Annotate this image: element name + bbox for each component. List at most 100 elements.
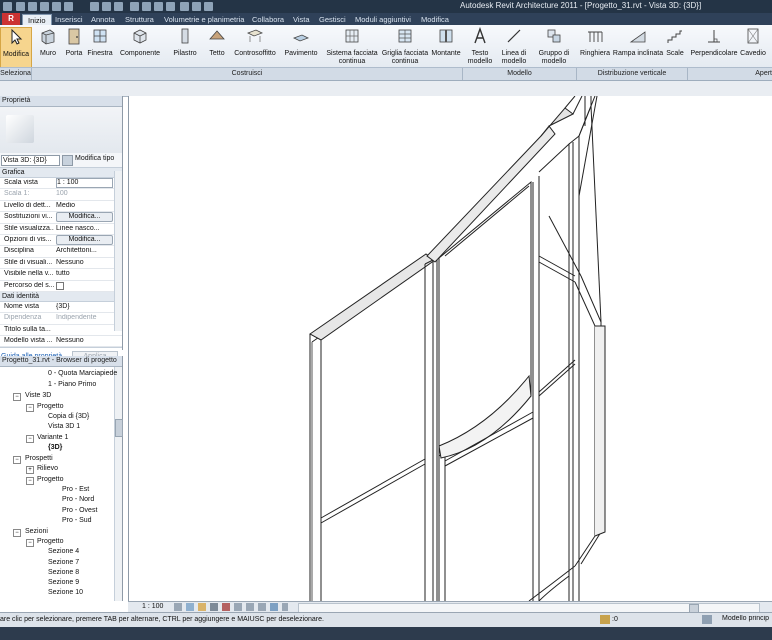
tree-expand-toggle[interactable]: + <box>26 466 34 474</box>
porta-button[interactable]: Porta <box>63 27 85 58</box>
componente-button[interactable]: Componente <box>118 27 162 58</box>
detail-level-icon[interactable] <box>174 603 182 611</box>
worksets-icon[interactable] <box>600 615 610 624</box>
tree-node[interactable]: Progetto <box>37 475 63 485</box>
tree-collapse-toggle[interactable]: − <box>26 477 34 485</box>
undo-icon[interactable] <box>40 2 49 11</box>
thin-lines-icon[interactable] <box>166 2 175 11</box>
prop-value[interactable]: Architettoni... <box>56 247 111 254</box>
properties-scrollbar[interactable] <box>114 171 122 331</box>
crop-view-icon[interactable] <box>234 603 242 611</box>
tab-vista[interactable]: Vista <box>288 14 315 25</box>
tab-annota[interactable]: Annota <box>86 14 120 25</box>
tab-modifica[interactable]: Modifica <box>416 14 454 25</box>
prop-value[interactable]: Nessuno <box>56 337 111 344</box>
tree-collapse-toggle[interactable]: − <box>13 456 21 464</box>
tree-node[interactable]: Rilievo <box>37 464 58 474</box>
tree-node[interactable]: Pro - Sud <box>62 516 92 526</box>
redo-icon[interactable] <box>52 2 61 11</box>
save-icon[interactable] <box>28 2 37 11</box>
tree-collapse-toggle[interactable]: − <box>13 393 21 401</box>
active-model-selector[interactable]: Modello princip <box>722 615 772 622</box>
tetto-button[interactable]: Tetto <box>204 27 230 58</box>
browser-scrollbar[interactable] <box>114 367 123 601</box>
curtain-wall-model[interactable] <box>129 95 772 602</box>
tree-collapse-toggle[interactable]: − <box>13 529 21 537</box>
3d-view-icon[interactable] <box>142 2 151 11</box>
tree-node-current-view[interactable]: {3D} <box>48 443 62 453</box>
switch-windows-icon[interactable] <box>192 2 201 11</box>
tab-struttura[interactable]: Struttura <box>120 14 159 25</box>
visual-style-icon[interactable] <box>186 603 194 611</box>
application-button[interactable]: R <box>2 13 20 25</box>
render-icon[interactable] <box>222 603 230 611</box>
view-scale[interactable]: 1 : 100 <box>142 603 163 610</box>
prop-value[interactable]: Nessuno <box>56 259 111 266</box>
tree-node[interactable]: Sezione 8 <box>48 568 79 578</box>
tree-node[interactable]: Pro - Nord <box>62 495 94 505</box>
tab-volumetrie[interactable]: Volumetrie e planimetria <box>159 14 249 25</box>
tree-node[interactable]: Copia di {3D} <box>48 412 89 422</box>
prop-value[interactable]: tutto <box>56 270 111 277</box>
tree-node[interactable]: Pro - Est <box>62 485 89 495</box>
tree-node[interactable]: Viste 3D <box>25 391 51 401</box>
tree-node[interactable]: 1 - Piano Primo <box>48 380 96 390</box>
griglia-facciata-button[interactable]: Griglia facciata continua <box>380 27 430 66</box>
tree-node[interactable]: Variante 1 <box>37 433 68 443</box>
ringhiera-button[interactable]: Ringhiera <box>578 27 612 58</box>
tree-node[interactable]: Prospetti <box>25 454 53 464</box>
browser-scroll-thumb[interactable] <box>115 419 123 437</box>
tree-node[interactable]: Progetto <box>37 402 63 412</box>
tree-collapse-toggle[interactable]: − <box>26 404 34 412</box>
group-modello[interactable]: Modello <box>463 68 577 80</box>
pilastro-button[interactable]: Pilastro <box>170 27 200 58</box>
tab-inserisci[interactable]: Inserisci <box>50 14 88 25</box>
group-seleziona[interactable]: Seleziona <box>0 68 32 80</box>
scale-button[interactable]: Scale <box>664 27 686 58</box>
edit-type-button[interactable]: Modifica tipo <box>75 155 114 162</box>
show-crop-icon[interactable] <box>246 603 254 611</box>
tab-collabora[interactable]: Collabora <box>247 14 289 25</box>
tree-node[interactable]: Sezione 9 <box>48 578 79 588</box>
type-selector-dropdown[interactable]: Vista 3D: {3D} <box>1 155 60 166</box>
dimension-icon[interactable] <box>102 2 111 11</box>
perpendicolare-button[interactable]: Perpendicolare <box>690 27 738 58</box>
close-hidden-icon[interactable] <box>180 2 189 11</box>
category-dati-identita[interactable]: Dati identità <box>0 291 122 302</box>
group-apertura[interactable]: Apert <box>688 68 772 80</box>
tab-gestisci[interactable]: Gestisci <box>314 14 351 25</box>
prop-value[interactable]: {3D} <box>56 303 111 310</box>
pavimento-button[interactable]: Pavimento <box>282 27 320 58</box>
tag-icon[interactable] <box>114 2 123 11</box>
sistema-facciata-button[interactable]: Sistema facciata continua <box>324 27 380 66</box>
filter-icon[interactable] <box>702 615 712 624</box>
lock-view-icon[interactable] <box>258 603 266 611</box>
prop-value-scale-field[interactable]: 1 : 100 <box>56 178 113 188</box>
gruppo-modello-button[interactable]: Gruppo di modello <box>534 27 574 66</box>
tab-moduli-aggiuntivi[interactable]: Moduli aggiuntivi <box>350 14 416 25</box>
group-costruisci[interactable]: Costruisci <box>32 68 463 80</box>
3d-view-canvas[interactable] <box>128 95 772 602</box>
open-icon[interactable] <box>16 2 25 11</box>
temporary-hide-icon[interactable] <box>270 603 278 611</box>
linea-modello-button[interactable]: Linea di modello <box>498 27 530 66</box>
quick-access-dropdown-icon[interactable] <box>204 2 213 11</box>
tree-node[interactable]: Vista 3D 1 <box>48 422 80 432</box>
modifica-button[interactable]: Modifica <box>0 27 32 69</box>
prop-edit-button[interactable]: Modifica... <box>56 212 113 223</box>
tree-node[interactable]: Sezioni <box>25 527 48 537</box>
controsoffitto-button[interactable]: Controsoffitto <box>232 27 278 58</box>
tree-node[interactable]: Pro - Ovest <box>62 506 97 516</box>
reveal-hidden-icon[interactable] <box>282 603 288 611</box>
section-icon[interactable] <box>154 2 163 11</box>
tree-node[interactable]: Progetto <box>37 537 63 547</box>
cavedio-button[interactable]: Cavedio <box>738 27 768 58</box>
print-icon[interactable] <box>64 2 73 11</box>
muro-button[interactable]: Muro <box>36 27 60 58</box>
rampa-inclinata-button[interactable]: Rampa inclinata <box>612 27 664 58</box>
text-icon[interactable] <box>130 2 139 11</box>
tree-collapse-toggle[interactable]: − <box>26 539 34 547</box>
sun-path-icon[interactable] <box>198 603 206 611</box>
measure-icon[interactable] <box>90 2 99 11</box>
testo-modello-button[interactable]: Testo modello <box>466 26 494 66</box>
